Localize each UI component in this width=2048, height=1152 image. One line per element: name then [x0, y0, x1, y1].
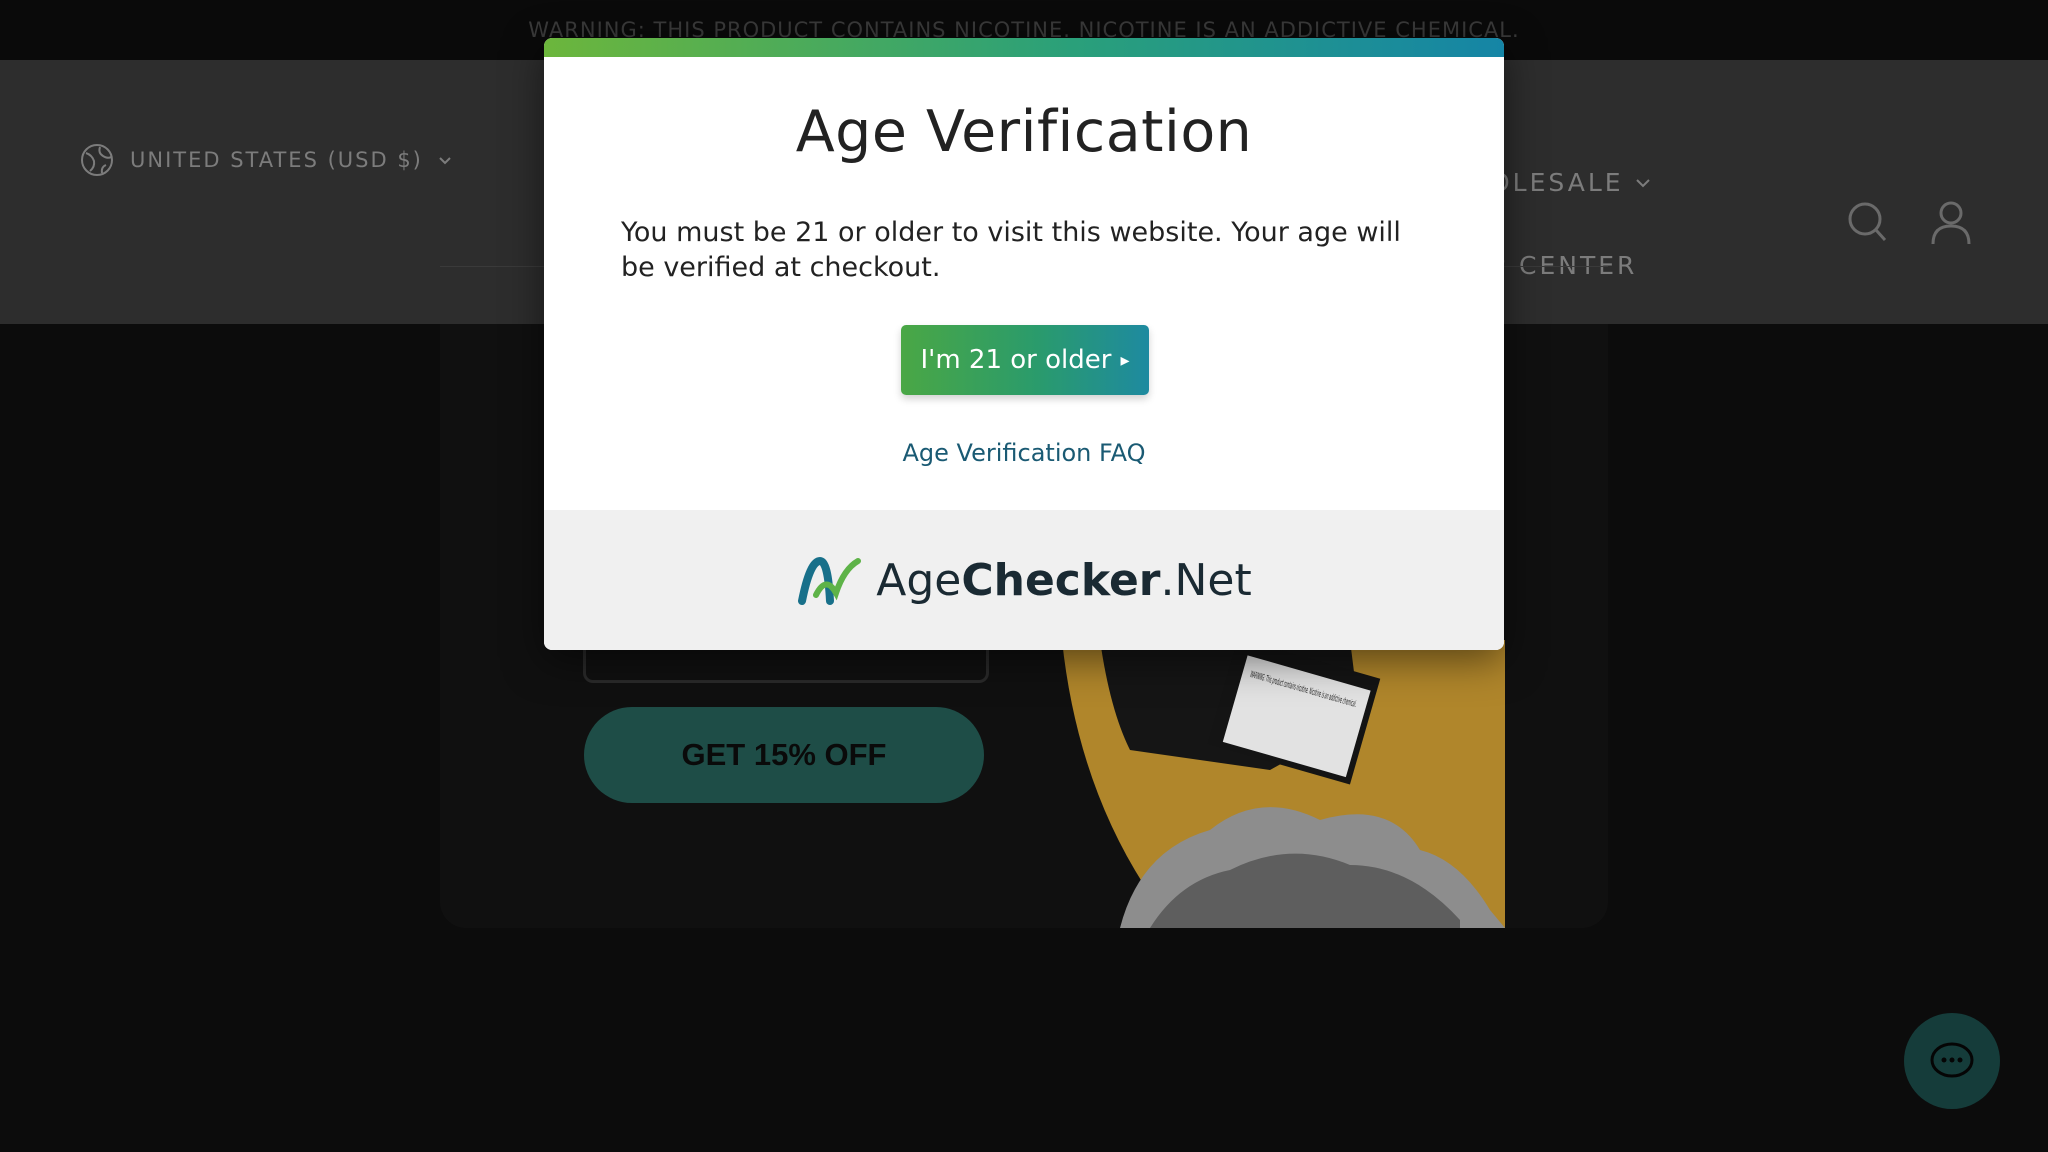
- brand-part-net: .Net: [1160, 554, 1252, 606]
- product-image: WARNING: This product contains nicotine.…: [1062, 640, 1505, 928]
- chat-launcher-button[interactable]: [1904, 1013, 2000, 1109]
- globe-icon: [81, 144, 113, 176]
- region-label: UNITED STATES (USD $): [130, 148, 423, 172]
- chevron-down-icon: [1635, 178, 1650, 187]
- age-verification-modal: Age Verification You must be 21 or older…: [544, 38, 1504, 650]
- modal-footer: AgeChecker.Net: [544, 510, 1504, 650]
- nav-wholesale-label: OLESALE: [1490, 168, 1624, 197]
- search-icon[interactable]: [1846, 200, 1888, 246]
- brand-part-age: Age: [876, 554, 962, 606]
- get-discount-button[interactable]: GET 15% OFF: [584, 707, 984, 803]
- nav-wholesale[interactable]: OLESALE: [1490, 168, 1652, 197]
- brand-part-checker: Checker: [961, 554, 1161, 606]
- modal-accent-bar: [544, 38, 1504, 57]
- chevron-down-icon: [439, 157, 451, 165]
- confirm-age-button[interactable]: I'm 21 or older ▸: [901, 325, 1149, 395]
- region-selector[interactable]: UNITED STATES (USD $): [80, 143, 453, 177]
- account-icon[interactable]: [1930, 200, 1972, 246]
- modal-title: Age Verification: [795, 99, 1253, 165]
- agechecker-wordmark: AgeChecker.Net: [876, 555, 1252, 606]
- caret-right-icon: ▸: [1120, 349, 1130, 371]
- chat-icon: [1930, 1042, 1974, 1078]
- age-verification-faq-link[interactable]: Age Verification FAQ: [544, 439, 1504, 467]
- modal-message: You must be 21 or older to visit this we…: [621, 217, 1401, 283]
- agechecker-logo-icon: [798, 556, 862, 605]
- confirm-age-label: I'm 21 or older: [920, 345, 1112, 375]
